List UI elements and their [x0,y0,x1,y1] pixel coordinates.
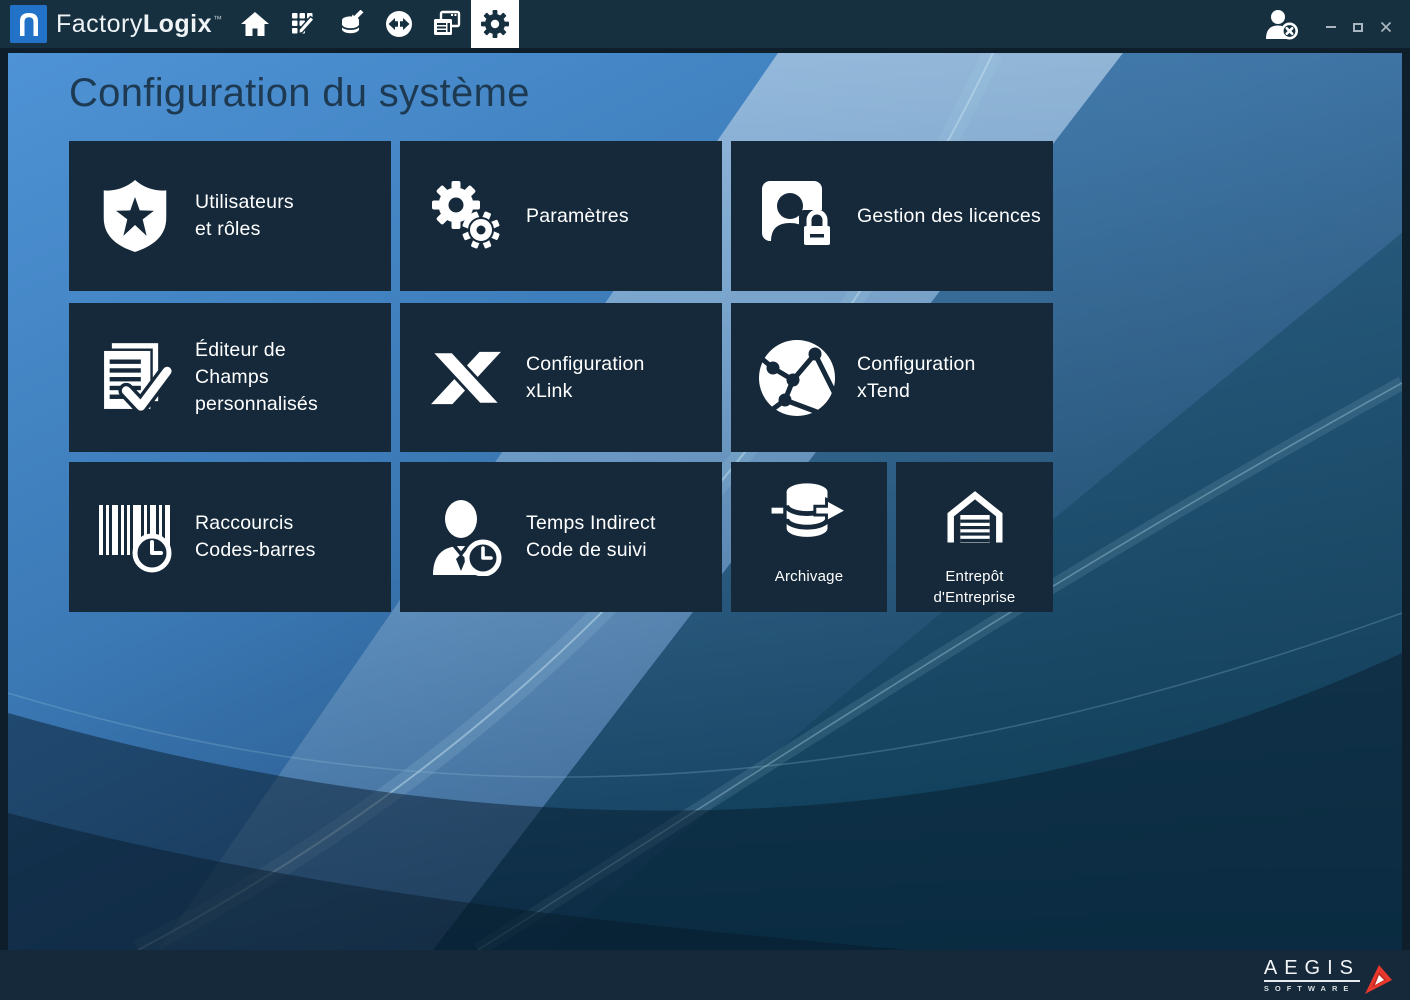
tile-custom-fields-editor[interactable]: Éditeur de Champs personnalisés [69,303,391,452]
maximize-button[interactable] [1349,18,1367,36]
brand-wordmark: FactoryLogix™ [56,10,223,39]
minimize-button[interactable] [1322,18,1340,36]
tile-users-and-roles[interactable]: Utilisateurs et rôles [69,141,391,291]
close-button[interactable] [1376,18,1396,36]
window-controls [1322,18,1396,36]
tile-label-line1: Temps Indirect [526,510,656,537]
shield-star-icon [83,177,187,255]
tile-indirect-time[interactable]: Temps Indirect Code de suivi [400,462,722,612]
aegis-sub-brand: SOFTWARE [1264,984,1360,993]
tile-label-line1: Configuration [526,351,645,378]
tile-label-line1: Configuration [857,351,976,378]
grid-pencil-icon [288,10,318,38]
tile-label-line1: Entrepôt [934,566,1016,587]
main-nav [231,0,519,48]
tile-xtend-configuration[interactable]: Configuration xTend [731,303,1053,452]
tile-label-line2: xLink [526,378,645,405]
nav-settings-button[interactable] [471,0,519,48]
tile-label: Configuration xTend [857,351,976,405]
tile-label-line1: Utilisateurs [195,189,294,216]
tile-parameters[interactable]: Paramètres [400,141,722,291]
minimize-icon [1326,26,1336,28]
bottom-bar: AEGIS SOFTWARE [0,950,1410,1000]
tile-label-line2: et rôles [195,216,294,243]
factorylogix-logo-icon [10,5,47,43]
tile-label-line2: xTend [857,378,976,405]
tile-label-line2: Codes-barres [195,537,316,564]
tile-barcode-shortcuts[interactable]: Raccourcis Codes-barres [69,462,391,612]
top-right-cluster [1264,8,1410,40]
tile-label: Paramètres [526,203,629,230]
brand-logix: Logix [143,10,212,38]
app-window: FactoryLogix™ [0,0,1410,1000]
id-badge-lock-icon [745,179,849,253]
stacked-windows-icon [431,9,463,39]
home-icon [240,10,270,38]
user-account-button[interactable] [1264,8,1300,40]
brand-trademark: ™ [213,14,223,24]
tile-label-line2: Champs personnalisés [195,364,391,418]
document-check-icon [83,340,187,416]
nav-sync-button[interactable] [375,0,423,48]
network-globe-icon [745,338,849,418]
nav-materials-button[interactable] [327,0,375,48]
tile-label-line1: Gestion des licences [857,203,1041,230]
aegis-logo: AEGIS SOFTWARE [1264,958,1394,993]
tile-xlink-configuration[interactable]: Configuration xLink [400,303,722,452]
nav-reports-button[interactable] [423,0,471,48]
nav-home-button[interactable] [231,0,279,48]
tile-label-line1: Raccourcis [195,510,316,537]
tile-label-line2: Code de suivi [526,537,656,564]
user-signed-out-icon [1264,8,1300,40]
tile-label-line2: d'Entreprise [934,587,1016,608]
nav-plan-editor-button[interactable] [279,0,327,48]
person-clock-icon [414,498,518,576]
tile-label-line1: Éditeur de [195,337,391,364]
database-import-icon [336,10,366,38]
page-title: Configuration du système [69,71,530,116]
tile-label-line1: Archivage [775,566,844,587]
tile-label: Éditeur de Champs personnalisés [195,337,391,418]
main-area: Configuration du système Utilisateurs et… [8,53,1402,950]
aegis-logo-text: AEGIS SOFTWARE [1264,958,1360,993]
tile-label-line1: Paramètres [526,203,629,230]
tile-label: Raccourcis Codes-barres [195,510,316,564]
warehouse-icon [896,478,1053,552]
tile-archiving[interactable]: Archivage [731,462,887,612]
close-icon [1380,21,1392,33]
xlink-logo-icon [414,346,518,410]
aegis-arrow-icon [1362,963,1394,997]
brand-factory: Factory [56,10,143,38]
tile-label: Archivage [775,566,844,587]
n-mark-icon [17,11,41,37]
tile-label: Utilisateurs et rôles [195,189,294,243]
tile-label: Configuration xLink [526,351,645,405]
maximize-icon [1353,23,1363,32]
aegis-brand: AEGIS [1264,958,1360,982]
sync-arrows-icon [384,9,414,39]
top-bar: FactoryLogix™ [0,0,1410,48]
database-arrow-icon [731,478,887,552]
tile-label: Entrepôt d'Entreprise [934,566,1016,608]
tile-enterprise-warehouse[interactable]: Entrepôt d'Entreprise [896,462,1053,612]
gear-icon [478,7,512,41]
barcode-clock-icon [83,501,187,573]
tile-license-management[interactable]: Gestion des licences [731,141,1053,291]
tile-label: Temps Indirect Code de suivi [526,510,656,564]
gears-icon [414,178,518,254]
tile-label: Gestion des licences [857,203,1041,230]
